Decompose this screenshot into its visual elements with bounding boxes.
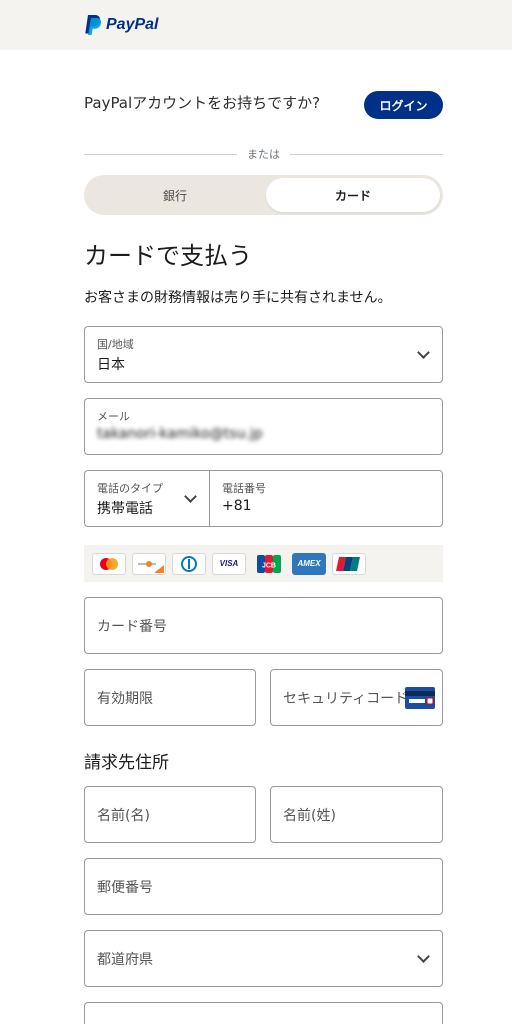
phone-type-label: 電話のタイプ: [97, 482, 163, 495]
security-code-placeholder: セキュリティコード: [283, 690, 409, 707]
tab-bank[interactable]: 銀行: [87, 178, 263, 212]
paypal-logo: PayPal: [84, 14, 158, 36]
chevron-down-icon: [417, 950, 430, 963]
postal-code-field[interactable]: 郵便番号: [84, 858, 443, 915]
login-button[interactable]: ログイン: [364, 91, 443, 119]
phone-number-value: +81: [222, 498, 252, 514]
phone-number-field[interactable]: 電話番号 +81: [209, 470, 443, 527]
last-name-placeholder: 名前(姓): [283, 807, 336, 824]
first-name-placeholder: 名前(名): [97, 807, 150, 824]
or-divider: または: [84, 146, 443, 162]
header-bar: PayPal: [0, 0, 512, 50]
page-title: カードで支払う: [84, 242, 252, 270]
phone-number-label: 電話番号: [222, 482, 266, 495]
phone-type-select[interactable]: 電話のタイプ 携帯電話: [84, 470, 210, 527]
expiry-placeholder: 有効期限: [97, 690, 153, 707]
email-label: メール: [97, 410, 130, 423]
first-name-field[interactable]: 名前(名): [84, 786, 256, 843]
postal-code-placeholder: 郵便番号: [97, 879, 153, 896]
mastercard-icon: [92, 552, 126, 575]
card-number-field[interactable]: カード番号: [84, 597, 443, 654]
last-name-field[interactable]: 名前(姓): [270, 786, 443, 843]
visa-icon: VISA: [212, 552, 246, 575]
phone-type-value: 携帯電話: [97, 501, 153, 517]
divider-line: [290, 153, 443, 155]
security-code-field[interactable]: セキュリティコード: [270, 669, 443, 726]
jcb-icon: JCB: [252, 553, 286, 575]
amex-icon: AMEX: [292, 552, 326, 575]
divider-line: [84, 153, 237, 155]
prefecture-placeholder: 都道府県: [97, 951, 153, 968]
email-value: takanori-kamiko@tsu.jp: [97, 426, 263, 442]
jcb-text: JCB: [262, 562, 276, 569]
country-value: 日本: [97, 357, 125, 373]
unionpay-icon: [332, 552, 366, 575]
privacy-note: お客さまの財務情報は売り手に共有されません。: [84, 290, 392, 306]
accepted-cards-bar: VISA JCB AMEX: [84, 545, 443, 582]
account-prompt: PayPalアカウントをお持ちですか?: [84, 94, 321, 112]
brand-name: PayPal: [106, 16, 159, 33]
country-label: 国/地域: [97, 338, 134, 351]
address-field[interactable]: [84, 1002, 443, 1024]
tab-card[interactable]: カード: [266, 178, 440, 212]
paypal-p-icon: [85, 15, 102, 35]
expiry-field[interactable]: 有効期限: [84, 669, 256, 726]
payment-method-toggle: 銀行 カード: [84, 175, 443, 215]
billing-address-title: 請求先住所: [84, 753, 169, 773]
discover-icon: [132, 552, 166, 575]
chevron-down-icon: [184, 490, 197, 503]
prefecture-select[interactable]: 都道府県: [84, 930, 443, 987]
card-security-code-icon: [405, 687, 435, 709]
card-number-placeholder: カード番号: [97, 618, 167, 635]
divider-text: または: [247, 148, 280, 161]
chevron-down-icon: [417, 346, 430, 359]
email-field[interactable]: メール takanori-kamiko@tsu.jp: [84, 398, 443, 455]
country-select[interactable]: 国/地域 日本: [84, 326, 443, 383]
diners-icon: [172, 552, 206, 575]
